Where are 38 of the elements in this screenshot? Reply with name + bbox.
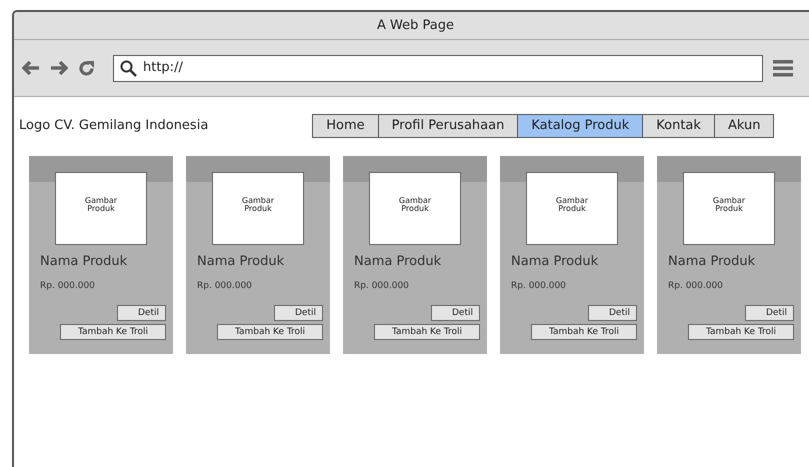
nav-tab[interactable]: Profil Perusahaan bbox=[378, 115, 518, 137]
image-caption: Gambar Produk bbox=[398, 197, 432, 213]
search-icon bbox=[120, 60, 137, 76]
menu-icon[interactable] bbox=[773, 58, 793, 78]
detail-button[interactable]: Detil bbox=[431, 305, 480, 321]
add-to-cart-button[interactable]: Tambah Ke Troli bbox=[688, 324, 794, 340]
product-price: Rp. 000.000 bbox=[197, 280, 253, 292]
product-name: Nama Produk bbox=[668, 253, 756, 271]
product-price: Rp. 000.000 bbox=[511, 280, 567, 292]
back-icon[interactable] bbox=[22, 61, 40, 75]
product-price: Rp. 000.000 bbox=[668, 280, 724, 292]
detail-button[interactable]: Detil bbox=[745, 305, 794, 321]
nav-tab[interactable]: Kontak bbox=[642, 115, 714, 137]
image-caption: Gambar Produk bbox=[84, 197, 118, 213]
product-price: Rp. 000.000 bbox=[354, 280, 410, 292]
add-to-cart-button[interactable]: Tambah Ke Troli bbox=[531, 324, 637, 340]
image-caption: Gambar Produk bbox=[712, 197, 746, 213]
detail-button[interactable]: Detil bbox=[274, 305, 323, 321]
image-caption: Gambar Produk bbox=[554, 197, 590, 213]
logo-text: Logo CV. Gemilang Indonesia bbox=[19, 117, 208, 136]
window-title: A Web Page bbox=[377, 16, 454, 35]
add-to-cart-button[interactable]: Tambah Ke Troli bbox=[374, 324, 480, 340]
forward-icon[interactable] bbox=[50, 61, 68, 75]
add-to-cart-button[interactable]: Tambah Ke Troli bbox=[217, 324, 323, 340]
product-name: Nama Produk bbox=[40, 253, 128, 271]
product-name: Nama Produk bbox=[354, 253, 442, 271]
product-name: Nama Produk bbox=[511, 253, 600, 271]
detail-button[interactable]: Detil bbox=[588, 305, 637, 321]
nav-tab[interactable]: Katalog Produk bbox=[517, 115, 642, 137]
product-name: Nama Produk bbox=[197, 253, 286, 271]
add-to-cart-button[interactable]: Tambah Ke Troli bbox=[60, 324, 166, 340]
detail-button[interactable]: Detil bbox=[117, 305, 166, 321]
product-price: Rp. 000.000 bbox=[40, 280, 96, 292]
nav-tab[interactable]: Home bbox=[313, 115, 378, 137]
nav-tab[interactable]: Akun bbox=[714, 115, 774, 137]
address-field[interactable]: http:// bbox=[113, 54, 763, 82]
image-caption: Gambar Produk bbox=[240, 197, 276, 213]
reload-icon[interactable] bbox=[78, 60, 95, 76]
